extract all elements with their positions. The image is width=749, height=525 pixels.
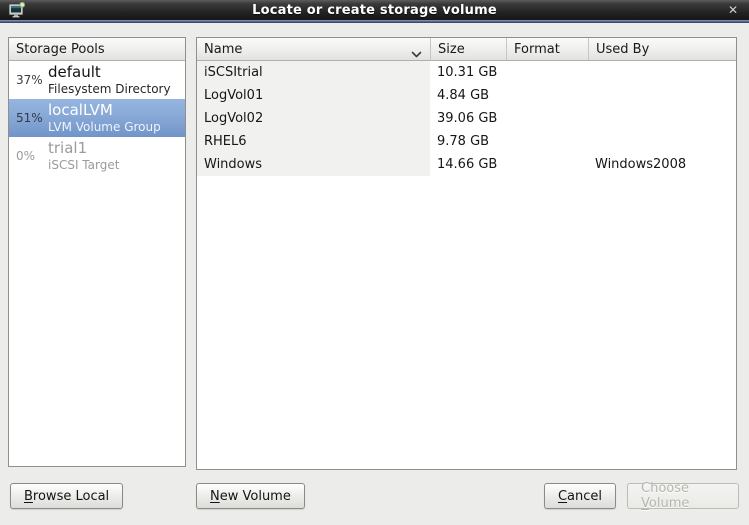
column-header-used-by[interactable]: Used By [588,38,736,61]
new-volume-button[interactable]: New Volume [196,483,305,509]
volume-name: iSCSItrial [197,61,430,84]
volume-name: LogVol02 [197,107,430,130]
volume-format [506,107,588,130]
titlebar[interactable]: Locate or create storage volume ✕ [0,0,749,20]
volume-format [506,61,588,84]
pool-type: Filesystem Directory [48,82,171,97]
volume-used-by [588,84,736,107]
window-title: Locate or create storage volume [0,3,749,18]
storage-pools-panel: Storage Pools 37% default Filesystem Dir… [8,37,186,467]
volume-row-logvol02[interactable]: LogVol02 39.06 GB [197,107,736,130]
pool-usage-percent: 51% [9,111,48,125]
volume-format [506,130,588,153]
volume-name: LogVol01 [197,84,430,107]
volume-name: Windows [197,153,430,176]
close-icon[interactable]: ✕ [725,2,741,18]
volume-name: RHEL6 [197,130,430,153]
pool-name: trial1 [48,139,119,158]
volume-size: 39.06 GB [430,107,506,130]
pool-name: default [48,63,171,82]
volume-size: 4.84 GB [430,84,506,107]
pool-row-trial1[interactable]: 0% trial1 iSCSI Target [9,137,185,175]
volume-size: 10.31 GB [430,61,506,84]
pool-row-locallvm[interactable]: 51% localLVM LVM Volume Group [9,99,185,137]
volume-used-by: Windows2008 [588,153,736,176]
volume-used-by [588,130,736,153]
volume-row-rhel6[interactable]: RHEL6 9.78 GB [197,130,736,153]
pool-type: LVM Volume Group [48,120,161,135]
volume-row-iscsitrial[interactable]: iSCSItrial 10.31 GB [197,61,736,84]
storage-pools-header-label: Storage Pools [16,42,105,57]
virt-manager-app-icon [8,2,26,19]
choose-volume-button[interactable]: Choose Volume [627,483,739,509]
pool-usage-percent: 0% [9,149,48,163]
cancel-button[interactable]: Cancel [544,483,616,509]
volume-size: 14.66 GB [430,153,506,176]
pool-name: localLVM [48,101,161,120]
volume-format [506,84,588,107]
storage-pools-header: Storage Pools [9,38,185,61]
volume-row-logvol01[interactable]: LogVol01 4.84 GB [197,84,736,107]
column-header-size[interactable]: Size [430,38,506,61]
pool-type: iSCSI Target [48,158,119,173]
volume-used-by [588,61,736,84]
volume-table-header: Name Size Format Used By [197,38,736,61]
titlebar-accent-line [0,20,749,23]
volumes-panel: Name Size Format Used By iSCSItrial 10.3… [196,37,737,470]
locate-storage-volume-dialog: Locate or create storage volume ✕ Storag… [0,0,749,525]
pool-usage-percent: 37% [9,73,48,87]
volume-row-windows[interactable]: Windows 14.66 GB Windows2008 [197,153,736,176]
column-header-name[interactable]: Name [197,38,430,61]
column-header-format[interactable]: Format [506,38,588,61]
sort-descending-icon [411,47,422,54]
browse-local-button[interactable]: Browse Local [10,483,123,509]
volume-format [506,153,588,176]
pool-row-default[interactable]: 37% default Filesystem Directory [9,61,185,99]
volume-used-by [588,107,736,130]
volume-size: 9.78 GB [430,130,506,153]
